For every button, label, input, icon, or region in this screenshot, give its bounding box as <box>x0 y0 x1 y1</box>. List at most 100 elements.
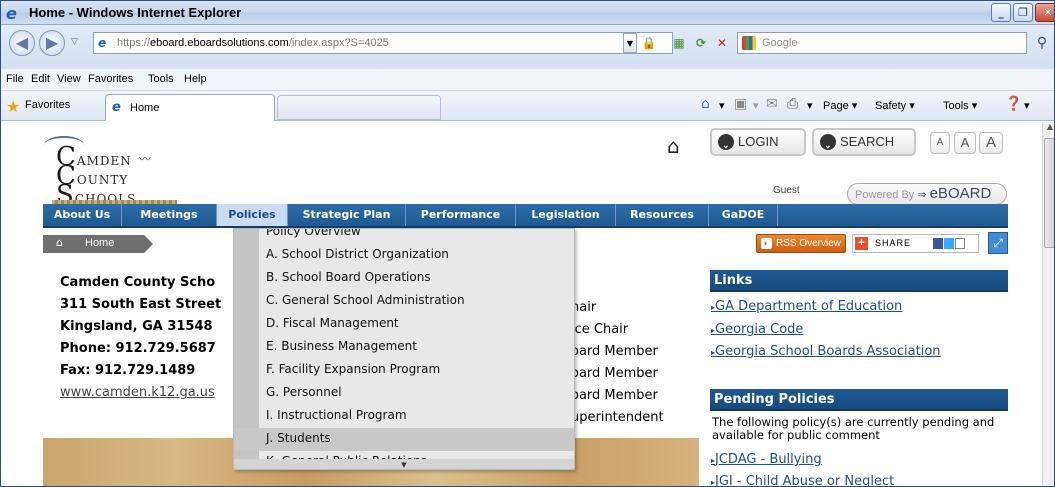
dropdown-item-j[interactable]: J. Students <box>234 428 574 451</box>
back-button[interactable]: ◀ <box>9 30 35 56</box>
safety-menu[interactable]: Safety ▾ <box>875 99 915 112</box>
nav-resources[interactable]: Resources <box>616 204 709 226</box>
nav-legislation[interactable]: Legislation <box>516 204 616 226</box>
dropdown-item-i[interactable]: I. Instructional Program <box>234 405 574 428</box>
forward-button[interactable]: ▶ <box>39 30 65 56</box>
url-host: eboard.eboardsolutions.com <box>150 37 289 49</box>
url-path: /index.aspx?S=4025 <box>288 37 389 49</box>
logo-line1: AMDEN <box>76 154 132 168</box>
dropdown-item-d[interactable]: D. Fiscal Management <box>234 313 574 336</box>
address-dropdown-icon[interactable]: ▼ <box>623 33 637 53</box>
menu-favorites[interactable]: Favorites <box>88 73 133 85</box>
close-button[interactable]: ✕ <box>1035 3 1054 22</box>
nav-meetings[interactable]: Meetings <box>122 204 217 226</box>
link-ga-doe[interactable]: ▸GA Department of Education <box>711 299 902 314</box>
search-icon[interactable]: ⚲ <box>1031 32 1053 54</box>
link-gsba[interactable]: ▸Georgia School Boards Association <box>711 344 941 359</box>
nav-policies[interactable]: Policies <box>217 204 288 226</box>
nav-gadoe[interactable]: GaDOE <box>709 204 778 226</box>
share-button[interactable]: + SHARE <box>852 234 979 253</box>
guest-label: Guest <box>773 185 800 196</box>
search-placeholder: Google <box>762 37 798 49</box>
refresh-icon[interactable]: ⟳ <box>692 33 710 53</box>
page-menu[interactable]: Page ▾ <box>823 99 857 112</box>
breadcrumb[interactable]: ⌂ Home <box>43 235 153 253</box>
new-tab-button[interactable] <box>277 95 441 120</box>
tab-home[interactable]: e Home <box>105 94 275 121</box>
tab-label: Home <box>130 102 160 114</box>
rss-overview-button[interactable]: ◗ RSS Overview <box>756 234 846 253</box>
feeds-icon[interactable]: ▣ <box>734 96 747 112</box>
powered-by-eboard[interactable]: Powered By ⇒ eBOARD <box>847 183 1007 205</box>
search-button[interactable]: ⌄ SEARCH <box>812 128 916 156</box>
email-icon[interactable] <box>955 238 965 249</box>
link-georgia-code[interactable]: ▸Georgia Code <box>711 322 803 337</box>
scroll-thumb[interactable] <box>1044 138 1054 248</box>
dropdown-item-c[interactable]: C. General School Administration <box>234 290 574 313</box>
nav-performance[interactable]: Performance <box>406 204 516 226</box>
stop-icon[interactable]: ✕ <box>713 33 731 53</box>
dropdown-item-f[interactable]: F. Facility Expansion Program <box>234 359 574 382</box>
favorites-bar: ★ Favorites e Home ⌂ ▾ ▣ ▾ ✉ ⎙ ▾ Page ▾ … <box>1 91 1054 121</box>
menu-file[interactable]: File <box>6 73 24 85</box>
font-size-medium-button[interactable]: A <box>954 132 976 154</box>
facebook-icon[interactable] <box>933 238 943 249</box>
district-name: Camden County Scho <box>60 275 216 290</box>
dropdown-item-b[interactable]: B. School Board Operations <box>234 267 574 290</box>
menu-edit[interactable]: Edit <box>31 73 50 85</box>
plus-icon: + <box>855 237 868 250</box>
search-input[interactable]: Google <box>737 32 1027 54</box>
dropdown-item-a[interactable]: A. School District Organization <box>234 244 574 267</box>
favorites-button[interactable]: Favorites <box>25 99 70 111</box>
tools-menu[interactable]: Tools ▾ <box>943 99 977 112</box>
dropdown-item-e[interactable]: E. Business Management <box>234 336 574 359</box>
dropdown-item-g[interactable]: G. Personnel <box>234 382 574 405</box>
web-page: CAMDEN COUNTY SCHOOLS 〰 ⌂ ⌄ LOGIN ⌄ SEARCH… <box>11 122 1041 486</box>
help-icon[interactable]: ❓ <box>1005 96 1022 112</box>
dropdown-item-policy-overview[interactable]: Policy Overview <box>234 229 574 244</box>
menu-bar: File Edit View Favorites Tools Help <box>1 69 1054 91</box>
pending-policy-link[interactable]: ▸JCDAG - Bullying <box>711 452 822 467</box>
phone: Phone: 912.729.5687 <box>60 341 216 356</box>
home-icon[interactable]: ⌂ <box>667 134 680 158</box>
website-link[interactable]: www.camden.k12.ga.us <box>60 382 221 404</box>
board-roles: hair ice Chair oard Member oard Member o… <box>571 297 664 429</box>
board-role: oard Member <box>571 366 658 381</box>
menu-help[interactable]: Help <box>184 73 207 85</box>
lock-icon[interactable]: 🔒 <box>640 33 658 53</box>
eboard-logo-icon: ⇒ <box>917 189 927 201</box>
pending-description: The following policy(s) are currently pe… <box>712 415 995 442</box>
camden-county-schools-logo[interactable]: CAMDEN COUNTY SCHOOLS 〰 <box>44 130 204 208</box>
read-mail-icon[interactable]: ✉ <box>766 96 778 112</box>
breadcrumb-home: Home <box>85 237 115 249</box>
board-role: oard Member <box>571 344 658 359</box>
chevron-down-icon: ⌄ <box>824 140 832 150</box>
google-icon <box>742 36 756 50</box>
maximize-button[interactable]: ❐ <box>1013 3 1033 22</box>
scroll-up-icon[interactable]: ▲ <box>1044 122 1054 136</box>
compatibility-view-icon[interactable]: ▦ <box>670 33 688 53</box>
board-role: oard Member <box>571 388 658 403</box>
main-nav: About Us Meetings Policies Strategic Pla… <box>43 204 1008 228</box>
pending-policy-link[interactable]: ▸JGI - Child Abuse or Neglect <box>711 474 894 486</box>
policies-dropdown: Policy Overview A. School District Organ… <box>233 228 575 470</box>
twitter-icon[interactable] <box>944 238 954 249</box>
menu-tools[interactable]: Tools <box>148 73 174 85</box>
font-size-large-button[interactable]: A <box>979 132 1003 154</box>
address-field[interactable]: e https://eboard.eboardsolutions.com/ind… <box>93 32 673 54</box>
font-size-small-button[interactable]: A <box>930 132 950 154</box>
links-header: Links <box>710 270 1008 292</box>
expand-icon[interactable]: ⤢ <box>988 232 1008 254</box>
scroll-down-icon[interactable]: ▼ <box>234 459 574 469</box>
nav-strategic-plan[interactable]: Strategic Plan <box>288 204 406 226</box>
login-button[interactable]: ⌄ LOGIN <box>710 128 806 156</box>
history-dropdown-icon[interactable]: ▽ <box>71 37 78 47</box>
vertical-scrollbar[interactable]: ▲ <box>1042 122 1054 486</box>
menu-view[interactable]: View <box>57 73 81 85</box>
minimize-button[interactable]: _ <box>991 3 1011 22</box>
favorites-star-icon[interactable]: ★ <box>6 97 20 116</box>
nav-about-us[interactable]: About Us <box>43 204 122 226</box>
ie-logo-icon: e <box>6 4 17 23</box>
print-icon[interactable]: ⎙ <box>787 96 798 112</box>
home-icon[interactable]: ⌂ <box>701 96 710 112</box>
